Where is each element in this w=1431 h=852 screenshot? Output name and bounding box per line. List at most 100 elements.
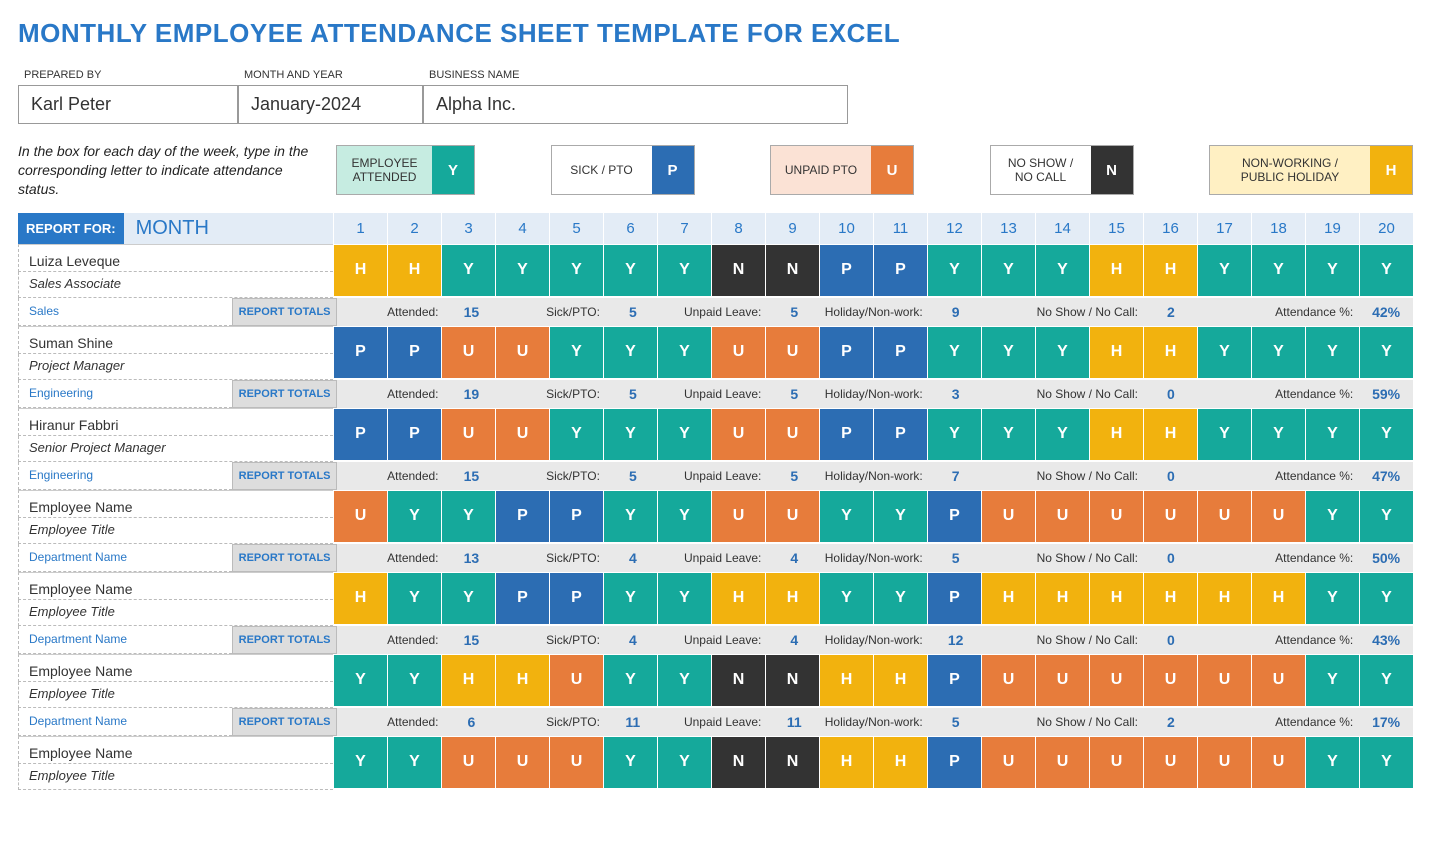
attendance-cell[interactable]: Y xyxy=(1305,490,1359,542)
attendance-cell[interactable]: P xyxy=(819,326,873,378)
attendance-cell[interactable]: U xyxy=(1251,654,1305,706)
attendance-cell[interactable]: Y xyxy=(1305,572,1359,624)
employee-name[interactable]: Employee Name xyxy=(18,736,333,764)
attendance-cell[interactable]: H xyxy=(1035,572,1089,624)
attendance-cell[interactable]: P xyxy=(333,326,387,378)
attendance-cell[interactable]: U xyxy=(1251,490,1305,542)
attendance-cell[interactable]: H xyxy=(1089,326,1143,378)
attendance-cell[interactable]: N xyxy=(765,736,819,788)
attendance-cell[interactable]: U xyxy=(1089,654,1143,706)
attendance-cell[interactable]: P xyxy=(819,408,873,460)
attendance-cell[interactable]: Y xyxy=(1359,244,1413,296)
attendance-cell[interactable]: Y xyxy=(657,654,711,706)
attendance-cell[interactable]: Y xyxy=(1251,408,1305,460)
department-name[interactable]: Engineering xyxy=(18,380,232,408)
attendance-cell[interactable]: H xyxy=(333,244,387,296)
attendance-cell[interactable]: H xyxy=(495,654,549,706)
attendance-cell[interactable]: H xyxy=(873,654,927,706)
attendance-cell[interactable]: U xyxy=(711,490,765,542)
attendance-cell[interactable]: P xyxy=(819,244,873,296)
attendance-cell[interactable]: Y xyxy=(549,408,603,460)
attendance-cell[interactable]: Y xyxy=(1305,408,1359,460)
attendance-cell[interactable]: Y xyxy=(441,572,495,624)
attendance-cell[interactable]: Y xyxy=(495,244,549,296)
attendance-cell[interactable]: H xyxy=(819,654,873,706)
attendance-cell[interactable]: U xyxy=(1089,736,1143,788)
attendance-cell[interactable]: Y xyxy=(1251,244,1305,296)
attendance-cell[interactable]: Y xyxy=(1251,326,1305,378)
attendance-cell[interactable]: U xyxy=(981,736,1035,788)
month-year-value[interactable]: January-2024 xyxy=(238,85,423,124)
attendance-cell[interactable]: U xyxy=(981,654,1035,706)
attendance-cell[interactable]: U xyxy=(1143,654,1197,706)
attendance-cell[interactable]: U xyxy=(441,736,495,788)
attendance-cell[interactable]: H xyxy=(1143,408,1197,460)
attendance-cell[interactable]: Y xyxy=(603,408,657,460)
attendance-cell[interactable]: Y xyxy=(657,408,711,460)
attendance-cell[interactable]: Y xyxy=(657,326,711,378)
employee-name[interactable]: Employee Name xyxy=(18,572,333,600)
attendance-cell[interactable]: Y xyxy=(981,244,1035,296)
department-name[interactable]: Department Name xyxy=(18,626,232,654)
attendance-cell[interactable]: Y xyxy=(981,408,1035,460)
attendance-cell[interactable]: N xyxy=(765,654,819,706)
attendance-cell[interactable]: P xyxy=(927,490,981,542)
attendance-cell[interactable]: U xyxy=(765,408,819,460)
attendance-cell[interactable]: H xyxy=(1197,572,1251,624)
attendance-cell[interactable]: U xyxy=(981,490,1035,542)
attendance-cell[interactable]: Y xyxy=(1305,654,1359,706)
attendance-cell[interactable]: P xyxy=(873,408,927,460)
attendance-cell[interactable]: U xyxy=(765,490,819,542)
attendance-cell[interactable]: N xyxy=(711,736,765,788)
attendance-cell[interactable]: U xyxy=(1197,654,1251,706)
attendance-cell[interactable]: Y xyxy=(657,572,711,624)
employee-title[interactable]: Employee Title xyxy=(18,764,333,790)
attendance-cell[interactable]: Y xyxy=(819,490,873,542)
attendance-cell[interactable]: H xyxy=(333,572,387,624)
attendance-cell[interactable]: H xyxy=(1143,244,1197,296)
attendance-cell[interactable]: P xyxy=(387,408,441,460)
attendance-cell[interactable]: U xyxy=(1143,490,1197,542)
attendance-cell[interactable]: Y xyxy=(1359,408,1413,460)
attendance-cell[interactable]: H xyxy=(1089,572,1143,624)
attendance-cell[interactable]: H xyxy=(441,654,495,706)
attendance-cell[interactable]: U xyxy=(333,490,387,542)
attendance-cell[interactable]: Y xyxy=(603,490,657,542)
attendance-cell[interactable]: Y xyxy=(1035,326,1089,378)
attendance-cell[interactable]: Y xyxy=(603,244,657,296)
employee-name[interactable]: Suman Shine xyxy=(18,326,333,354)
attendance-cell[interactable]: Y xyxy=(981,326,1035,378)
attendance-cell[interactable]: P xyxy=(873,326,927,378)
attendance-cell[interactable]: Y xyxy=(927,244,981,296)
attendance-cell[interactable]: P xyxy=(549,572,603,624)
attendance-cell[interactable]: Y xyxy=(549,326,603,378)
attendance-cell[interactable]: U xyxy=(1035,736,1089,788)
attendance-cell[interactable]: Y xyxy=(927,326,981,378)
employee-title[interactable]: Employee Title xyxy=(18,518,333,544)
employee-name[interactable]: Luiza Leveque xyxy=(18,244,333,272)
attendance-cell[interactable]: P xyxy=(549,490,603,542)
attendance-cell[interactable]: Y xyxy=(603,326,657,378)
attendance-cell[interactable]: Y xyxy=(1305,326,1359,378)
attendance-cell[interactable]: H xyxy=(873,736,927,788)
attendance-cell[interactable]: Y xyxy=(873,572,927,624)
attendance-cell[interactable]: H xyxy=(981,572,1035,624)
attendance-cell[interactable]: Y xyxy=(1359,326,1413,378)
attendance-cell[interactable]: Y xyxy=(603,736,657,788)
attendance-cell[interactable]: Y xyxy=(1359,736,1413,788)
attendance-cell[interactable]: H xyxy=(765,572,819,624)
attendance-cell[interactable]: U xyxy=(441,326,495,378)
attendance-cell[interactable]: N xyxy=(711,654,765,706)
department-name[interactable]: Engineering xyxy=(18,462,232,490)
attendance-cell[interactable]: Y xyxy=(1197,326,1251,378)
attendance-cell[interactable]: U xyxy=(711,326,765,378)
attendance-cell[interactable]: Y xyxy=(1359,572,1413,624)
attendance-cell[interactable]: Y xyxy=(387,572,441,624)
attendance-cell[interactable]: U xyxy=(1035,654,1089,706)
attendance-cell[interactable]: Y xyxy=(927,408,981,460)
attendance-cell[interactable]: P xyxy=(927,654,981,706)
prepared-by-value[interactable]: Karl Peter xyxy=(18,85,238,124)
attendance-cell[interactable]: P xyxy=(873,244,927,296)
attendance-cell[interactable]: U xyxy=(1089,490,1143,542)
employee-title[interactable]: Employee Title xyxy=(18,600,333,626)
